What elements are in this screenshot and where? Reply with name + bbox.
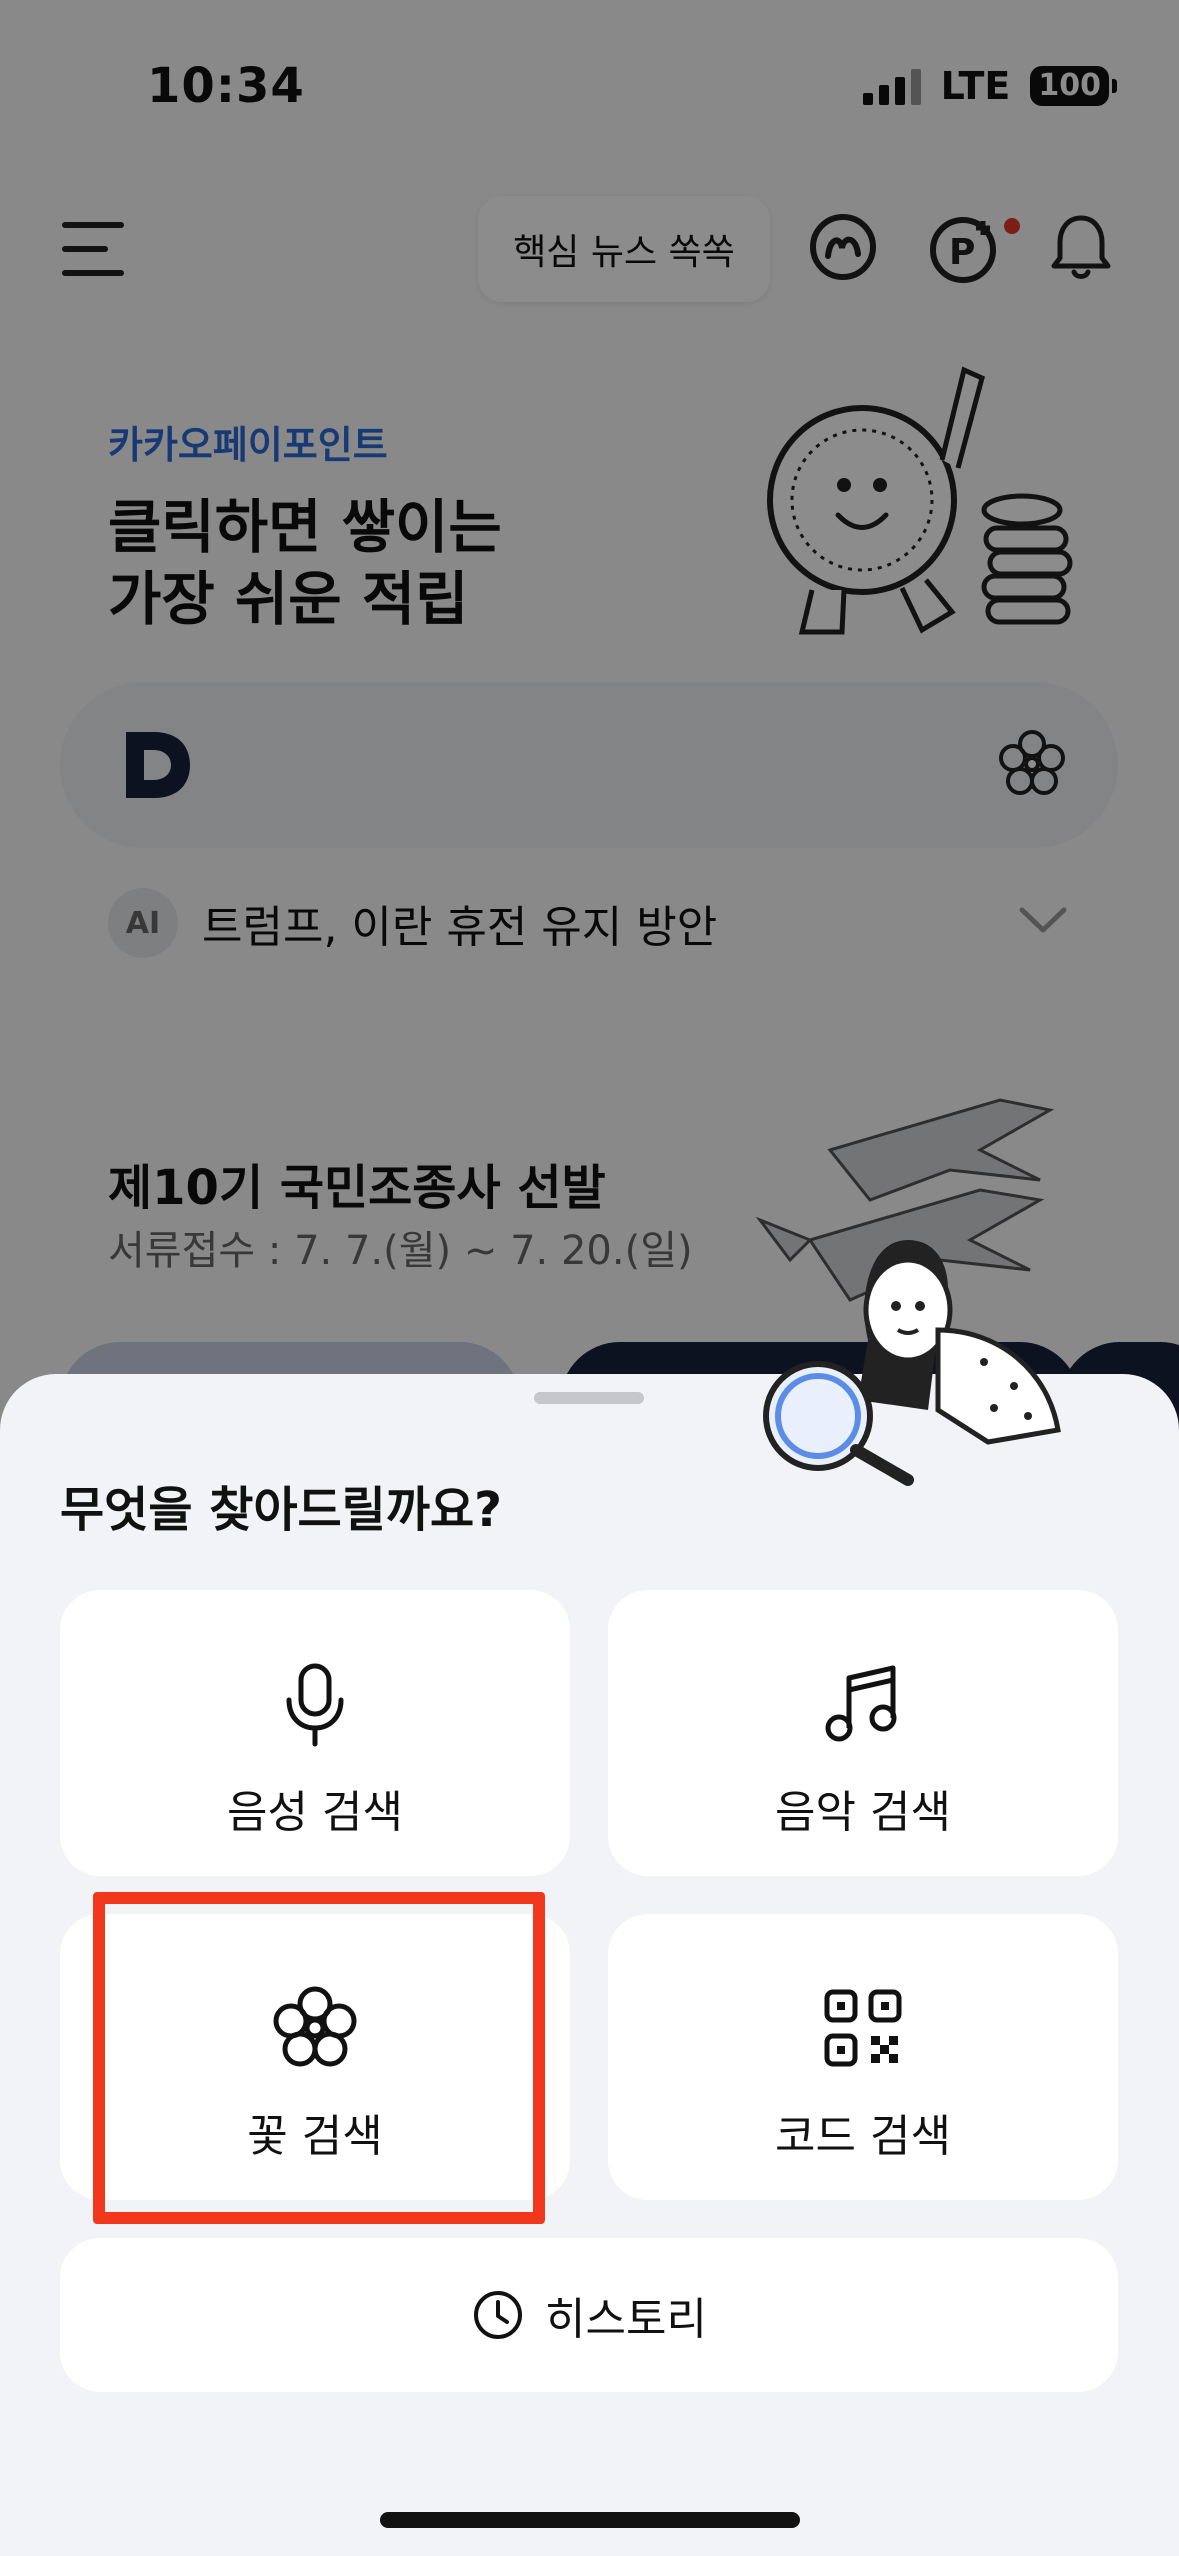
microphone-icon (286, 1663, 344, 1747)
music-search-label: 음악 검색 (775, 1787, 951, 1838)
voice-search-label: 음성 검색 (227, 1787, 403, 1838)
clock-icon (474, 2291, 523, 2339)
voice-search-button[interactable]: 음성 검색 (60, 1590, 570, 1876)
code-search-label: 코드 검색 (775, 2111, 951, 2162)
code-search-button[interactable]: 코드 검색 (608, 1914, 1118, 2200)
sheet-grabber[interactable] (534, 1392, 644, 1404)
home-indicator[interactable] (380, 2512, 800, 2528)
music-note-icon (825, 1665, 897, 1742)
magnifier-character-illustration (763, 1240, 1061, 1486)
history-button[interactable]: 히스토리 (60, 2238, 1118, 2392)
highlight-box (93, 1892, 545, 2224)
sheet-title: 무엇을 찾아드릴까요? (60, 1482, 502, 1538)
qr-code-icon (824, 1989, 902, 2067)
history-label: 히스토리 (545, 2294, 707, 2345)
music-search-button[interactable]: 음악 검색 (608, 1590, 1118, 1876)
